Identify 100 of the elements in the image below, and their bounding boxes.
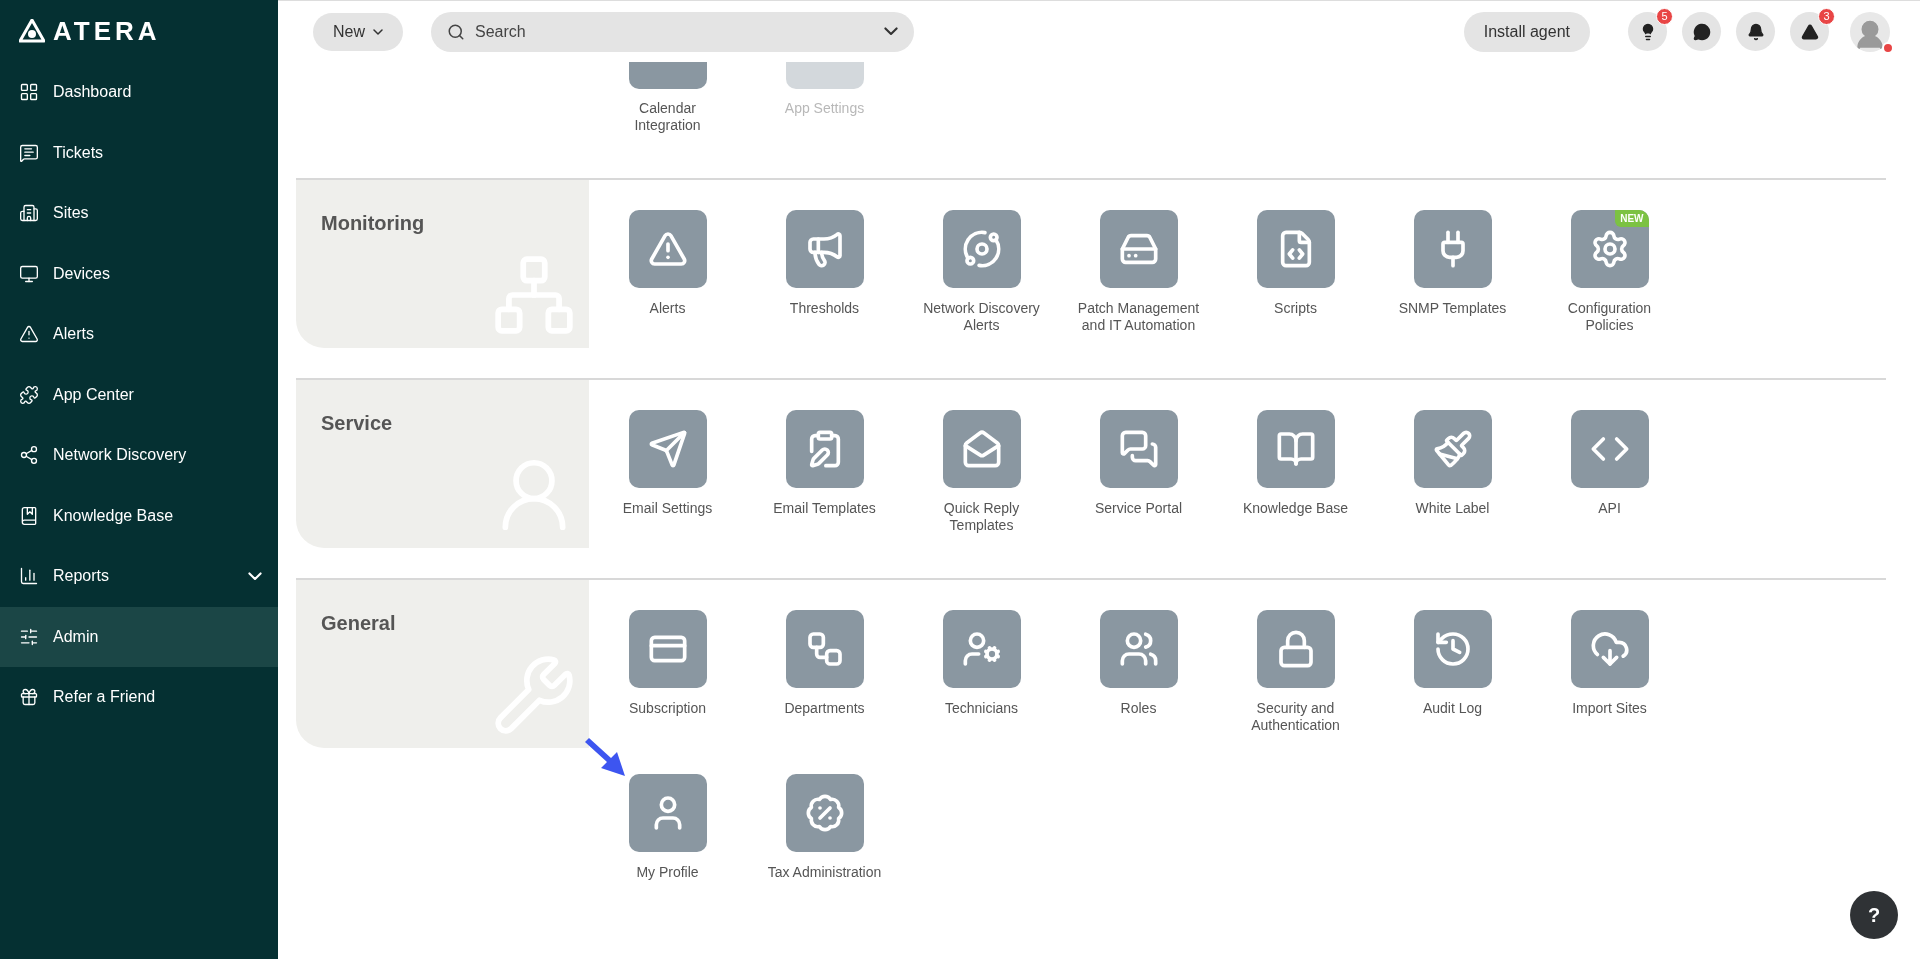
sidebar-item[interactable]: Alerts: [0, 304, 278, 365]
bell-icon: [1746, 22, 1765, 41]
monitor-icon: [19, 263, 39, 284]
nodes-icon: [961, 229, 1002, 269]
logo-icon: [19, 19, 45, 43]
tile-label: Email Templates: [772, 500, 877, 517]
warning-icon: [647, 229, 688, 269]
cloud-download-icon: [1589, 629, 1630, 669]
admin-tile-button[interactable]: [1256, 210, 1335, 288]
tile-label: Network Discovery Alerts: [922, 300, 1041, 334]
tile-label: Scripts: [1273, 300, 1318, 317]
warning-icon: [1800, 22, 1819, 41]
tile-label: Audit Log: [1421, 700, 1484, 717]
percent-icon: [804, 793, 845, 833]
tile-label: Patch Management and IT Automation: [1076, 300, 1201, 334]
admin-tile-button[interactable]: [628, 774, 707, 852]
paintbrush-icon: [1432, 429, 1473, 469]
admin-tile-button[interactable]: [1413, 210, 1492, 288]
sidebar-item[interactable]: Sites: [0, 183, 278, 244]
search-input[interactable]: Search: [475, 19, 884, 44]
chevron-icon: [373, 28, 383, 35]
tile-label: Tax Administration: [766, 864, 883, 881]
sidebar-item[interactable]: Refer a Friend: [0, 667, 278, 728]
new-button[interactable]: New: [313, 12, 403, 51]
gift-icon: [19, 687, 39, 708]
sidebar-item[interactable]: Reports: [0, 546, 278, 607]
header-icon-button[interactable]: [1736, 12, 1775, 51]
chat-bubbles-icon: [1118, 429, 1159, 469]
tile-label: App Settings: [783, 100, 866, 117]
admin-tile-button[interactable]: [1413, 410, 1492, 488]
warning-icon: [19, 324, 39, 345]
grid-icon: [19, 82, 39, 103]
admin-tile-button[interactable]: [785, 774, 864, 852]
tile-label: Alerts: [648, 300, 687, 317]
user-gear-icon: [961, 629, 1002, 669]
chat-icon: [1692, 22, 1711, 41]
tile-label: Thresholds: [788, 300, 861, 317]
admin-tile-button[interactable]: [1099, 610, 1178, 688]
tile-label: Technicians: [943, 700, 1020, 717]
admin-tile-button[interactable]: [942, 410, 1021, 488]
admin-tile-button[interactable]: [942, 610, 1021, 688]
tile-label: Departments: [783, 700, 866, 717]
tile-label: Knowledge Base: [1241, 500, 1350, 517]
admin-tile-button[interactable]: [785, 410, 864, 488]
admin-tile-button[interactable]: [942, 210, 1021, 288]
chevron-icon: [884, 27, 898, 36]
help-button[interactable]: ?: [1850, 891, 1898, 939]
admin-tile-button[interactable]: [1256, 410, 1335, 488]
people-icon: [1118, 629, 1159, 669]
admin-tile-button[interactable]: [1099, 410, 1178, 488]
bar-chart-icon: [19, 566, 39, 587]
admin-tile-button[interactable]: [628, 410, 707, 488]
new-badge: NEW: [1615, 210, 1649, 227]
mail-icon: [961, 429, 1002, 469]
search-field[interactable]: Search: [431, 11, 914, 52]
header-icon-button[interactable]: [1628, 12, 1667, 51]
tile-label: Service Portal: [1093, 500, 1184, 517]
sidebar-item[interactable]: Tickets: [0, 122, 278, 183]
admin-tile-button[interactable]: [1413, 610, 1492, 688]
book-icon: [19, 505, 39, 526]
admin-tile-button[interactable]: [628, 610, 707, 688]
sidebar-item[interactable]: Network Discovery: [0, 425, 278, 486]
sidebar-item[interactable]: App Center: [0, 364, 278, 425]
sidebar-item[interactable]: Devices: [0, 243, 278, 304]
tile-label: Calendar Integration: [633, 100, 702, 134]
count-badge: 3: [1818, 8, 1835, 25]
header-icon-button[interactable]: [1682, 12, 1721, 51]
sidebar-item[interactable]: Dashboard: [0, 62, 278, 123]
tile-label: Subscription: [627, 700, 707, 717]
building-icon: [19, 203, 39, 224]
admin-tile-button[interactable]: [1256, 610, 1335, 688]
tile-label: Configuration Policies: [1566, 300, 1653, 334]
admin-tile-button[interactable]: [785, 610, 864, 688]
admin-tile-button[interactable]: [1570, 610, 1649, 688]
sidebar-item[interactable]: Knowledge Base: [0, 485, 278, 546]
install-agent-button[interactable]: Install agent: [1463, 11, 1590, 52]
admin-tile-button[interactable]: [628, 210, 707, 288]
tile-label: My Profile: [635, 864, 700, 881]
section-title: Service: [321, 412, 393, 434]
brand-logo: ATERA: [53, 14, 161, 48]
header-icon-button[interactable]: [1790, 12, 1829, 51]
tile-label: Quick Reply Templates: [942, 500, 1021, 534]
avatar-button[interactable]: [1850, 11, 1890, 52]
tile-label: Email Settings: [621, 500, 714, 517]
message-icon: [19, 142, 39, 163]
tile-label: White Label: [1414, 500, 1491, 517]
tile-label: Security and Authentication: [1250, 700, 1341, 734]
count-badge: 5: [1656, 8, 1673, 25]
paper-plane-icon: [647, 429, 688, 469]
nodes-icon: [19, 445, 39, 466]
tile-label: API: [1597, 500, 1622, 517]
admin-tile-button[interactable]: [1570, 210, 1649, 288]
book-icon: [1275, 429, 1316, 469]
section-title: Monitoring: [321, 212, 425, 234]
admin-tile-button[interactable]: [628, 62, 707, 89]
sidebar-item[interactable]: Admin: [0, 606, 278, 667]
admin-tile-button[interactable]: [1570, 410, 1649, 488]
admin-tile-button[interactable]: [1099, 210, 1178, 288]
admin-tile-button[interactable]: [785, 210, 864, 288]
tile-label: Import Sites: [1571, 700, 1648, 717]
